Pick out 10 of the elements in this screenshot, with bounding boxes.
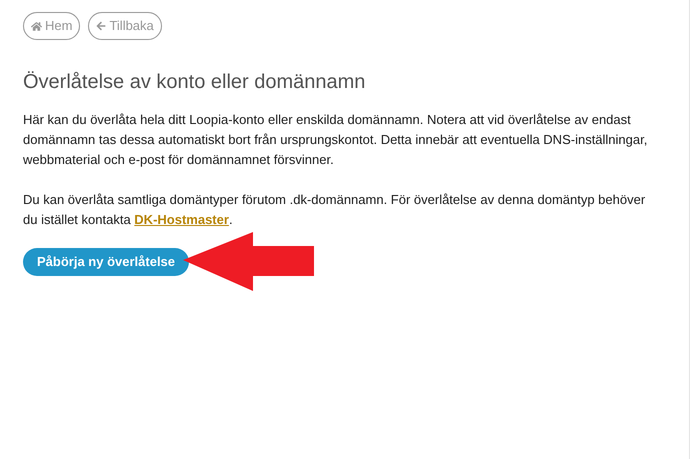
page-heading: Överlåtelse av konto eller domännamn bbox=[23, 70, 366, 94]
intro-paragraph: Här kan du överlåta hela ditt Loopia-konto eller enskilda domännamn. Notera att vid överlåtelse av endast domännamn tas dessa automatiskt bort från ursprungskontot. Detta innebär att eventuella DNS-inställningar, webbmaterial och e-post för domännamnet försvinner. bbox=[23, 111, 648, 169]
nav-button[interactable]: Hem bbox=[23, 12, 80, 40]
info-paragraph: Du kan överlåta samtliga domäntyper förutom .dk-domännamn. För överlåtelse av denna domäntyp behöver du istället kontakta DK-Hostmaster. bbox=[23, 191, 646, 229]
home-icon bbox=[31, 20, 42, 32]
start-transfer-button[interactable]: Påbörja ny överlåtelse bbox=[23, 248, 190, 276]
left-arrow-icon bbox=[96, 21, 106, 31]
nav-button[interactable]: Tillbaka bbox=[88, 12, 162, 40]
arrow-icon bbox=[183, 232, 314, 291]
hostmaster-link[interactable]: DK-Hostmaster bbox=[134, 212, 229, 227]
